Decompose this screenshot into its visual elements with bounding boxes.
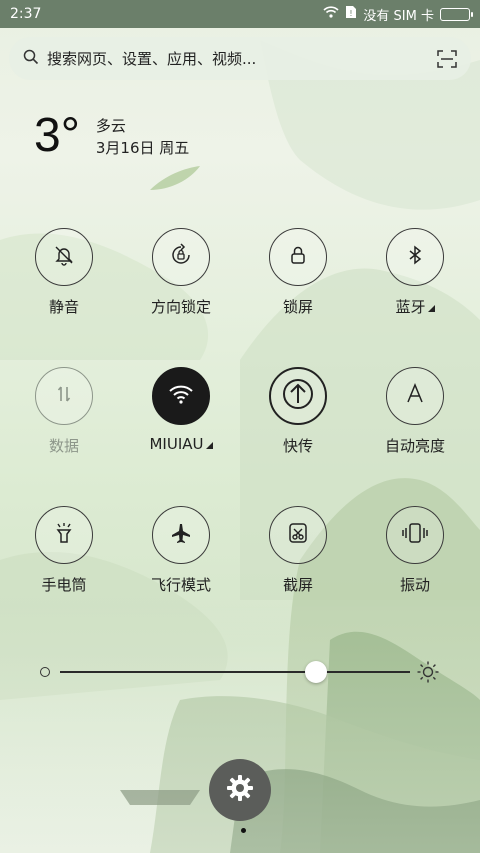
brightness-slider[interactable] xyxy=(40,660,440,684)
bluetooth-icon xyxy=(403,243,427,271)
toggle-quick-transfer-button[interactable] xyxy=(269,367,327,425)
toggle-rotation-lock-button[interactable] xyxy=(152,228,210,286)
carrier-text: 没有 SIM 卡 xyxy=(363,8,434,24)
screenshot-icon xyxy=(286,521,310,549)
toggle-label: 数据 xyxy=(48,437,79,455)
gear-icon xyxy=(225,773,255,807)
toggle-label: 锁屏 xyxy=(282,298,313,316)
toggle-bluetooth-button[interactable] xyxy=(386,228,444,286)
search-icon xyxy=(23,49,39,69)
auto-brightness-icon xyxy=(403,382,427,410)
status-bar: 2:37 ! 没有 SIM 卡 xyxy=(0,0,480,28)
toggle-vibrate[interactable]: 振动 xyxy=(365,506,465,595)
toggle-label-row: 蓝牙 xyxy=(365,296,465,317)
weather-temperature: 3° xyxy=(34,109,80,162)
toggle-label: 快传 xyxy=(282,437,313,455)
expand-indicator-icon xyxy=(205,442,213,449)
vibrate-icon xyxy=(401,521,429,549)
toggle-lock-screen-button[interactable] xyxy=(269,228,327,286)
status-time: 2:37 xyxy=(10,6,42,22)
toggle-label: 手电筒 xyxy=(41,576,87,594)
toggle-lock-screen[interactable]: 锁屏 xyxy=(248,228,348,317)
search-bar[interactable]: 搜索网页、设置、应用、视频... xyxy=(9,37,471,80)
toggle-silent[interactable]: 静音 xyxy=(14,228,114,317)
toggle-bluetooth[interactable]: 蓝牙 xyxy=(365,228,465,317)
svg-text:!: ! xyxy=(350,9,353,18)
brightness-low-icon xyxy=(40,667,50,677)
toggle-auto-brightness[interactable]: 自动亮度 xyxy=(365,367,465,456)
brightness-high-icon xyxy=(416,660,440,684)
flashlight-icon xyxy=(52,521,76,549)
mobile-data-icon xyxy=(52,382,76,410)
scan-icon[interactable] xyxy=(437,49,457,68)
toggle-screenshot-button[interactable] xyxy=(269,506,327,564)
weather-condition: 多云 xyxy=(95,117,126,135)
settings-button[interactable] xyxy=(209,759,271,821)
toggle-label-row: MIUIAU xyxy=(131,435,231,453)
toggle-mobile-data-button[interactable] xyxy=(35,367,93,425)
toggle-label: 自动亮度 xyxy=(384,437,445,455)
toggle-label: 截屏 xyxy=(282,576,313,594)
toggle-label: MIUIAU xyxy=(149,435,204,453)
toggle-auto-brightness-button[interactable] xyxy=(386,367,444,425)
toggle-flashlight-button[interactable] xyxy=(35,506,93,564)
expand-indicator-icon xyxy=(427,305,435,312)
airplane-icon xyxy=(169,521,193,549)
search-input[interactable]: 搜索网页、设置、应用、视频... xyxy=(47,48,437,69)
toggle-quick-transfer[interactable]: 快传 xyxy=(248,367,348,456)
upload-icon xyxy=(278,374,318,418)
toggle-mobile-data[interactable]: 数据 xyxy=(14,367,114,456)
bell-off-icon xyxy=(52,243,76,271)
lock-icon xyxy=(286,243,310,271)
toggle-vibrate-button[interactable] xyxy=(386,506,444,564)
wifi-icon xyxy=(168,383,194,409)
toggle-wifi-button[interactable] xyxy=(152,367,210,425)
toggle-label: 飞行模式 xyxy=(150,576,211,594)
brightness-track[interactable] xyxy=(60,671,410,673)
toggle-flashlight[interactable]: 手电筒 xyxy=(14,506,114,595)
brightness-thumb[interactable] xyxy=(304,661,327,683)
weather-widget[interactable]: 3° 多云 3月16日 周五 xyxy=(34,110,189,162)
toggle-airplane-mode[interactable]: 飞行模式 xyxy=(131,506,231,595)
toggle-label: 方向锁定 xyxy=(150,298,211,316)
toggle-airplane-mode-button[interactable] xyxy=(152,506,210,564)
toggle-label: 静音 xyxy=(48,298,79,316)
battery-icon xyxy=(440,7,473,21)
toggle-label: 振动 xyxy=(399,576,430,594)
toggle-screenshot[interactable]: 截屏 xyxy=(248,506,348,595)
weather-date: 3月16日 周五 xyxy=(95,139,190,157)
toggle-silent-button[interactable] xyxy=(35,228,93,286)
page-indicator xyxy=(241,828,246,833)
wifi-status-icon xyxy=(323,6,339,22)
toggle-rotation-lock[interactable]: 方向锁定 xyxy=(131,228,231,317)
no-sim-icon: ! xyxy=(345,5,357,23)
rotation-lock-icon xyxy=(169,243,193,271)
toggle-label: 蓝牙 xyxy=(395,298,426,316)
toggle-wifi[interactable]: MIUIAU xyxy=(131,367,231,453)
status-indicators: ! 没有 SIM 卡 xyxy=(323,5,473,24)
weather-details: 多云 3月16日 周五 xyxy=(96,115,189,162)
